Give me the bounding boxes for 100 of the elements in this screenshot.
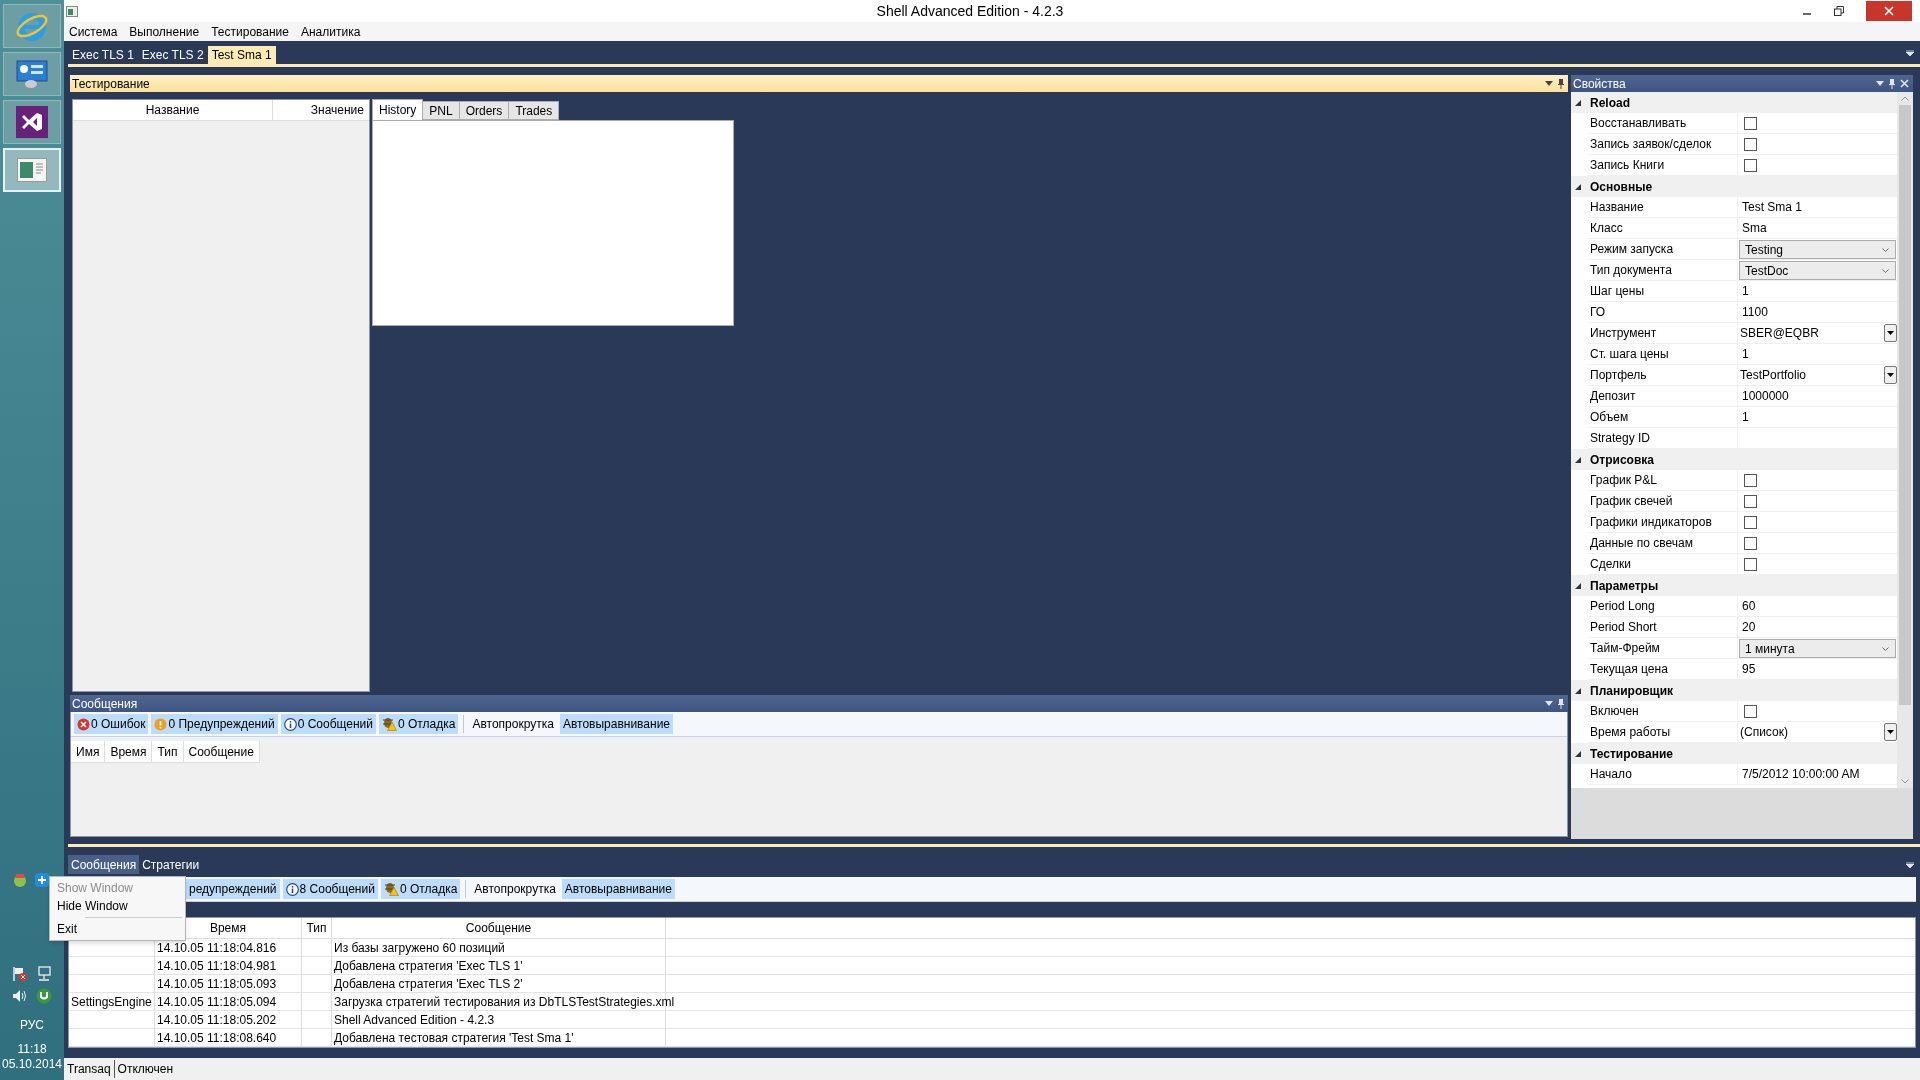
flag-error-icon[interactable] <box>12 966 28 982</box>
app-taskbar-icon[interactable] <box>3 148 61 192</box>
pin-icon[interactable] <box>1889 78 1895 89</box>
dropdown-button[interactable] <box>1884 324 1897 342</box>
dropdown-icon[interactable] <box>1545 81 1553 86</box>
panel-tab[interactable]: Сообщения <box>68 855 140 874</box>
filter-toggle[interactable]: Автопрокрутка <box>469 714 557 734</box>
menu-item[interactable]: Hide Window <box>50 897 185 915</box>
property-label: Инструмент <box>1590 325 1657 342</box>
menu-item[interactable]: Аналитика <box>300 22 361 41</box>
property-label: Сделки <box>1590 556 1631 573</box>
filter-toggle[interactable]: 0 Предупреждений <box>151 714 278 734</box>
expand-triangle-icon[interactable] <box>1575 456 1581 463</box>
expand-triangle-icon[interactable] <box>1575 582 1581 589</box>
menu-item[interactable]: Система <box>69 22 118 41</box>
checkbox[interactable] <box>1744 116 1757 130</box>
menu-item[interactable]: Выполнение <box>129 22 200 41</box>
tab[interactable]: Orders <box>459 101 510 120</box>
torrent-icon[interactable] <box>36 988 52 1004</box>
error-icon <box>77 717 90 731</box>
checkbox[interactable] <box>1744 536 1757 550</box>
column-header[interactable]: Сообщение <box>183 741 260 762</box>
filter-toggle[interactable]: Автовыравнивание <box>559 714 674 734</box>
document-tab[interactable]: Exec TLS 1 <box>68 46 138 64</box>
property-label: Портфель <box>1590 367 1647 384</box>
pin-icon[interactable] <box>1558 698 1564 709</box>
expand-triangle-icon[interactable] <box>1575 687 1581 694</box>
pin-icon[interactable] <box>1558 78 1564 89</box>
dropdown-field[interactable]: TestDoc <box>1739 261 1896 280</box>
window-title: Shell Advanced Edition - 4.2.3 <box>876 1 1064 21</box>
panel-title: Свойства <box>1573 75 1626 93</box>
column-header[interactable]: Имя <box>71 741 106 762</box>
dropdown-icon[interactable] <box>1906 861 1914 868</box>
column-header[interactable]: Тип <box>302 918 332 938</box>
column-header[interactable]: Время <box>105 741 153 762</box>
tray-app-icon[interactable] <box>12 872 28 888</box>
control-panel-icon <box>16 59 48 89</box>
property-value: SBER@EQBR <box>1740 325 1819 342</box>
property-label: Period Short <box>1590 619 1657 636</box>
table-cell-text: SettingsEngine <box>71 993 152 1011</box>
dropdown-icon[interactable] <box>1876 81 1884 86</box>
expand-triangle-icon[interactable] <box>1575 99 1581 106</box>
panel-title: Тестирование <box>72 75 150 93</box>
volume-icon[interactable] <box>12 988 28 1004</box>
table-cell-text: 14.10.05 11:18:05.202 <box>157 1011 277 1029</box>
dropdown-icon[interactable] <box>1906 50 1914 56</box>
filter-toggle[interactable]: 0 Отладка <box>380 879 461 899</box>
dropdown-field[interactable]: 1 минута <box>1739 639 1896 658</box>
scrollbar[interactable] <box>1897 92 1913 788</box>
filter-toggle[interactable]: 8 Сообщений <box>282 879 378 899</box>
dropdown-icon[interactable] <box>1545 701 1553 706</box>
warning-icon <box>154 717 168 731</box>
filter-toggle[interactable]: редупреждений <box>186 879 280 899</box>
checkbox[interactable] <box>1744 473 1757 487</box>
filter-toggle[interactable]: 0 Отладка <box>379 714 459 734</box>
language-indicator[interactable]: РУС <box>20 1016 44 1034</box>
dropdown-field[interactable]: Testing <box>1739 240 1896 259</box>
close-icon <box>1884 6 1894 16</box>
dropdown-button[interactable] <box>1884 723 1897 741</box>
studio-taskbar-icon[interactable] <box>3 100 61 144</box>
restore-icon[interactable] <box>1834 6 1844 16</box>
control-panel-taskbar-icon[interactable] <box>3 52 61 96</box>
property-label: Класс <box>1590 220 1623 237</box>
filter-toggle[interactable]: Автопрокрутка <box>471 879 559 899</box>
close-button[interactable] <box>1866 1 1912 21</box>
scroll-thumb[interactable] <box>1899 105 1911 705</box>
tab[interactable]: PNL <box>423 101 460 120</box>
property-label: Название <box>1590 199 1644 216</box>
menu-item[interactable]: Тестирование <box>211 22 289 41</box>
dropdown-button[interactable] <box>1884 366 1897 384</box>
category-title: Reload <box>1590 94 1630 112</box>
checkbox[interactable] <box>1744 158 1757 172</box>
checkbox[interactable] <box>1744 557 1757 571</box>
document-tab[interactable]: Exec TLS 2 <box>137 46 208 64</box>
checkbox[interactable] <box>1744 515 1757 529</box>
expand-triangle-icon[interactable] <box>1575 750 1581 757</box>
panel-tab[interactable]: Стратегии <box>139 855 203 874</box>
checkbox[interactable] <box>1744 137 1757 151</box>
filter-toggle[interactable]: 0 Ошибок <box>74 714 149 734</box>
tab[interactable]: History <box>372 99 424 120</box>
property-value: Test Sma 1 <box>1742 199 1803 216</box>
column-header[interactable]: Значение <box>273 100 369 120</box>
property-label: Запись заявок/сделок <box>1590 136 1712 153</box>
column-header[interactable]: Тип <box>152 741 184 762</box>
tab[interactable]: Trades <box>509 101 560 120</box>
checkbox[interactable] <box>1744 494 1757 508</box>
column-header[interactable]: Название <box>73 100 273 120</box>
checkbox[interactable] <box>1744 704 1757 718</box>
document-tab[interactable]: Test Sma 1 <box>207 46 276 64</box>
filter-toggle[interactable]: Автовыравнивание <box>561 879 675 899</box>
info-icon <box>285 882 299 896</box>
property-label: Ст. шага цены <box>1590 346 1669 363</box>
filter-toggle[interactable]: 0 Сообщений <box>280 714 376 734</box>
caret-down-icon <box>1887 373 1894 377</box>
column-header[interactable]: Сообщение <box>332 918 666 938</box>
network-icon[interactable] <box>36 966 52 982</box>
property-value: 1000000 <box>1742 388 1789 405</box>
close-icon[interactable] <box>1900 79 1909 88</box>
category-title: Тестирование <box>1590 745 1674 763</box>
expand-triangle-icon[interactable] <box>1575 183 1581 190</box>
